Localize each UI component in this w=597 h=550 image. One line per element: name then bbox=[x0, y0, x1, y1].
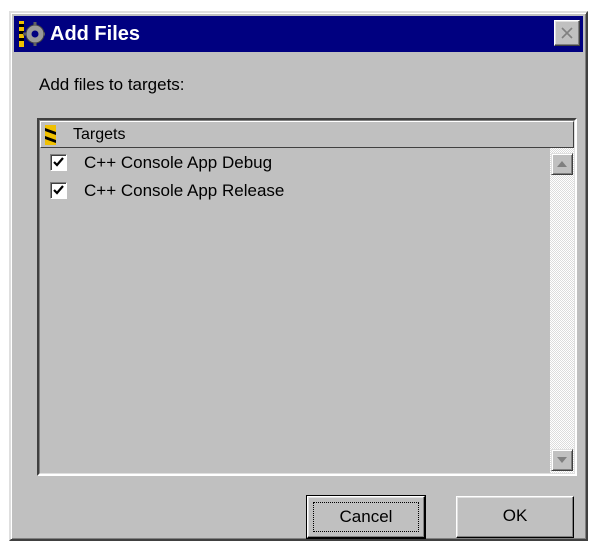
list-item[interactable]: C++ Console App Debug bbox=[47, 150, 550, 178]
vertical-scrollbar[interactable] bbox=[550, 148, 574, 473]
scroll-down-button[interactable] bbox=[551, 449, 573, 471]
target-rows: C++ Console App Debug C++ Console App Re… bbox=[40, 148, 550, 473]
arrow-down-icon bbox=[557, 457, 567, 463]
scroll-up-button[interactable] bbox=[551, 153, 573, 175]
dialog-title: Add Files bbox=[50, 23, 141, 45]
gear-icon bbox=[19, 21, 47, 47]
close-icon bbox=[561, 27, 573, 39]
title-bar[interactable]: Add Files bbox=[14, 16, 583, 52]
column-header-targets[interactable]: Targets bbox=[40, 121, 574, 148]
target-label: C++ Console App Debug bbox=[84, 153, 273, 172]
arrow-up-icon bbox=[557, 161, 567, 167]
checkmark-icon bbox=[53, 185, 64, 195]
list-item[interactable]: C++ Console App Release bbox=[47, 178, 550, 206]
column-header-label: Targets bbox=[73, 126, 126, 143]
target-checkbox[interactable] bbox=[50, 154, 67, 171]
cancel-button[interactable]: Cancel bbox=[306, 495, 426, 539]
targets-list: Targets C++ Console App Debug C++ Consol… bbox=[37, 118, 577, 476]
add-files-dialog: Add Files Add files to targets: Targets bbox=[9, 11, 588, 541]
close-button[interactable] bbox=[554, 20, 580, 46]
cancel-button-label: Cancel bbox=[313, 502, 419, 532]
ok-button[interactable]: OK bbox=[456, 496, 574, 538]
target-checkbox[interactable] bbox=[50, 182, 67, 199]
target-stripe-icon bbox=[45, 125, 56, 145]
checkmark-icon bbox=[53, 157, 64, 167]
target-label: C++ Console App Release bbox=[84, 181, 285, 200]
prompt-label: Add files to targets: bbox=[39, 75, 185, 94]
